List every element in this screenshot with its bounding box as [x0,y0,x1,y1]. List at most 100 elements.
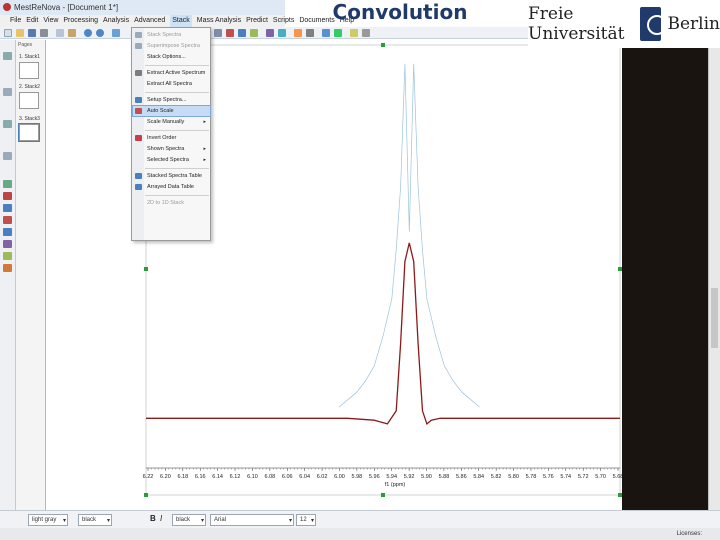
menu-item-icon [135,184,142,190]
print-icon[interactable] [40,29,48,37]
menu-advanced[interactable]: Advanced [134,15,165,27]
italic-button[interactable]: I [160,514,162,523]
multiplet-icon[interactable] [250,29,258,37]
menu-analysis[interactable]: Analysis [103,15,129,27]
menu-item-selected-spectra[interactable]: Selected Spectra ▸ [133,155,210,165]
x-tick-label: 5.98 [352,474,363,480]
spectrum-series-line [146,242,620,426]
menu-item-extract-all-spectra[interactable]: Extract All Spectra [133,79,210,89]
fill-color-value: black [82,517,97,523]
line-color-select[interactable]: light gray ▾ [28,514,68,526]
app-icon [3,3,11,11]
menu-processing[interactable]: Processing [63,15,98,27]
menu-item-stack-spectra[interactable]: Stack Spectra [133,30,210,40]
font-size-select[interactable]: 12 ▾ [296,514,316,526]
copy-icon[interactable] [56,29,64,37]
menu-edit[interactable]: Edit [26,15,38,27]
selection-handle [144,267,148,271]
x-tick-label: 5.80 [508,474,519,480]
page-thumbnail-selected[interactable]: 3. Stack3 [18,116,43,146]
graph-icon[interactable] [322,29,330,37]
pages-panel: Pages 1. Stack1 2. Stack2 3. Stack3 [16,40,46,510]
fit-icon[interactable] [214,29,222,37]
x-tick-label: 5.90 [421,474,432,480]
undo-icon[interactable] [84,29,92,37]
analysis-tool-icon[interactable] [3,180,12,188]
baseline-icon[interactable] [278,29,286,37]
font-size-value: 12 [300,517,307,523]
selection-handle [381,43,385,47]
menu-item-auto-scale[interactable]: Auto Scale [132,105,211,117]
label-tool-icon[interactable] [3,252,12,260]
logo-right-word: Berlin [667,14,720,34]
menu-item-stacked-spectra-table[interactable]: Stacked Spectra Table [133,171,210,181]
arrow-icon[interactable] [362,29,370,37]
page-label: 1. Stack1 [19,54,40,60]
menubar: File Edit View Processing Analysis Advanced St… [0,15,354,27]
table-icon[interactable] [306,29,314,37]
zoom-tool-icon[interactable] [3,88,12,96]
x-tick-label: 6.04 [299,474,310,480]
menu-file[interactable]: File [10,15,21,27]
x-tick-label: 6.14 [212,474,223,480]
integrate-icon[interactable] [238,29,246,37]
color-tool-icon[interactable] [3,264,12,272]
x-tick-label: 5.78 [526,474,537,480]
cut-tool-icon[interactable] [3,152,12,160]
menu-item-stack-options[interactable]: Stack Options... [133,52,210,62]
redo-icon[interactable] [96,29,104,37]
new-icon[interactable] [4,29,12,37]
multiplet-tool-icon[interactable] [3,240,12,248]
text-color-value: black [176,517,191,523]
menu-item-icon [135,70,142,76]
menu-mass-analysis[interactable]: Mass Analysis [197,15,241,27]
menu-item-superimpose-spectra[interactable]: Superimpose Spectra [133,41,210,51]
x-tick-label: 6.08 [264,474,275,480]
zoom-icon[interactable] [112,29,120,37]
text-icon[interactable] [350,29,358,37]
scrollbar-thumb[interactable] [711,288,718,348]
phase-icon[interactable] [266,29,274,37]
select-tool-icon[interactable] [3,52,12,60]
x-tick-label: 5.74 [560,474,571,480]
menu-view[interactable]: View [43,15,58,27]
text-color-select[interactable]: black ▾ [172,514,206,526]
x-tick-label: 5.88 [439,474,450,480]
menu-item-2d-to-1d-stack[interactable]: 2D to 1D Stack [133,198,210,208]
menu-item-scale-manually[interactable]: Scale Manually ▸ [133,117,210,127]
peak-pick-icon[interactable] [226,29,234,37]
open-icon[interactable] [16,29,24,37]
vertical-scrollbar[interactable] [708,48,720,510]
cross-tool-icon[interactable] [3,192,12,200]
integral-tool-icon[interactable] [3,228,12,236]
submenu-arrow-icon: ▸ [203,157,206,163]
menu-stack[interactable]: Stack [170,15,192,27]
save-icon[interactable] [28,29,36,37]
chevron-down-icon: ▾ [288,518,292,524]
pan-tool-icon[interactable] [3,120,12,128]
page-thumbnail[interactable]: 2. Stack2 [19,84,43,114]
submenu-arrow-icon: ▸ [203,146,206,152]
menu-separator [145,92,209,93]
menu-item-extract-active-spectrum[interactable]: Extract Active Spectrum [133,68,210,78]
paste-icon[interactable] [68,29,76,37]
menu-item-setup-spectra[interactable]: Setup Spectra... [133,95,210,105]
measure-tool-icon[interactable] [3,204,12,212]
submenu-arrow-icon: ▸ [203,119,206,125]
page-thumbnail[interactable]: 1. Stack1 [19,54,43,84]
menu-item-shown-spectra[interactable]: Shown Spectra ▸ [133,144,210,154]
fill-color-select[interactable]: black ▾ [78,514,112,526]
x-tick-label: 5.84 [473,474,484,480]
molecule-icon[interactable] [334,29,342,37]
menu-item-arrayed-data-table[interactable]: Arrayed Data Table [133,182,210,192]
font-select[interactable]: Arial ▾ [210,514,294,526]
stack-icon[interactable] [294,29,302,37]
slide-title: Convolution [332,0,468,24]
bold-button[interactable]: B [150,514,156,523]
peaks-tool-icon[interactable] [3,216,12,224]
menu-item-invert-order[interactable]: Invert Order [133,133,210,143]
menu-predict[interactable]: Predict [246,15,268,27]
x-tick-label: 6.00 [334,474,345,480]
page-preview [18,123,40,142]
menu-item-label: Stack Options... [147,54,186,60]
